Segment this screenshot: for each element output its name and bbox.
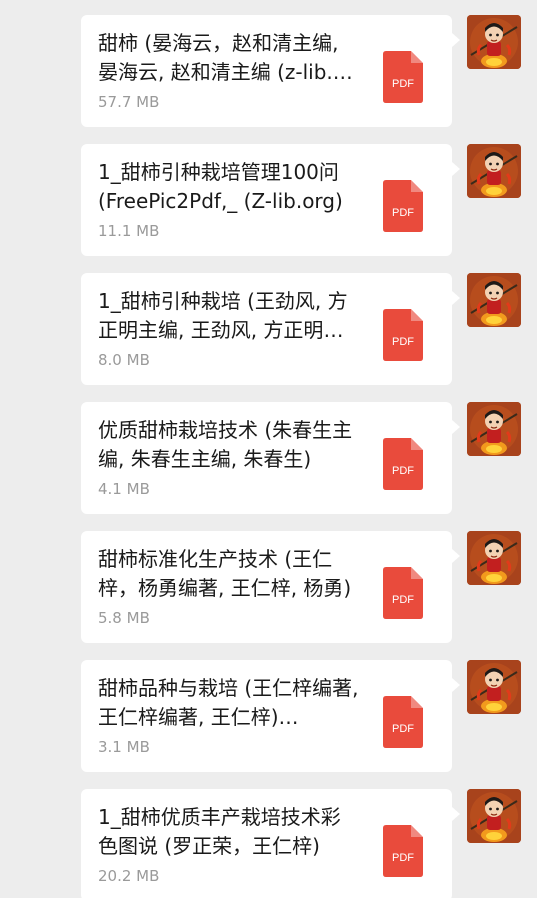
file-name: 甜柿 (晏海云，赵和清主编, 晏海云, 赵和清主编 (z-lib.org) [98,31,354,84]
file-message-bubble[interactable]: 优质甜柿栽培技术 (朱春生主编, 朱春生主编, 朱春生) 4.1 MB PDF [81,402,452,514]
pdf-file-icon: PDF [383,438,423,490]
message-row: 甜柿标准化生产技术 (王仁梓，杨勇编著, 王仁梓, 杨勇) 5.8 MB PDF [0,531,537,643]
file-size: 3.1 MB [98,738,150,756]
pdf-label: PDF [392,336,414,348]
message-row: 1_甜柿优质丰产栽培技术彩色图说 (罗正荣，王仁梓) 20.2 MB PDF [0,789,537,898]
pdf-label: PDF [392,723,414,735]
pdf-label: PDF [392,207,414,219]
pdf-file-icon: PDF [383,567,423,619]
file-name: 甜柿品种与栽培 (王仁梓编著, 王仁梓编著, 王仁梓)… [98,676,359,729]
file-name: 1_甜柿优质丰产栽培技术彩色图说 (罗正荣，王仁梓) [98,805,341,858]
message-row: 优质甜柿栽培技术 (朱春生主编, 朱春生主编, 朱春生) 4.1 MB PDF [0,402,537,514]
file-size: 5.8 MB [98,609,150,627]
file-name: 甜柿标准化生产技术 (王仁梓，杨勇编著, 王仁梓, 杨勇) [98,547,352,600]
pdf-label: PDF [392,465,414,477]
pdf-file-icon: PDF [383,309,423,361]
pdf-file-icon: PDF [383,825,423,877]
file-size: 11.1 MB [98,222,160,240]
file-size: 57.7 MB [98,93,160,111]
file-name: 1_甜柿引种栽培管理100问 (FreePic2Pdf,_ (Z-lib.org… [98,160,343,213]
avatar[interactable] [467,15,521,69]
avatar[interactable] [467,402,521,456]
file-message-bubble[interactable]: 1_甜柿引种栽培 (王劲风, 方正明主编, 王劲风, 方正明主编) 8.0 MB… [81,273,452,385]
bubble-tail [452,162,460,176]
file-message-bubble[interactable]: 甜柿标准化生产技术 (王仁梓，杨勇编著, 王仁梓, 杨勇) 5.8 MB PDF [81,531,452,643]
file-message-bubble[interactable]: 1_甜柿引种栽培管理100问 (FreePic2Pdf,_ (Z-lib.org… [81,144,452,256]
bubble-tail [452,549,460,563]
avatar[interactable] [467,531,521,585]
file-name: 1_甜柿引种栽培 (王劲风, 方正明主编, 王劲风, 方正明主编) [98,289,348,342]
bubble-tail [452,420,460,434]
pdf-label: PDF [392,78,414,90]
bubble-tail [452,291,460,305]
file-name: 优质甜柿栽培技术 (朱春生主编, 朱春生主编, 朱春生) [98,418,353,471]
avatar[interactable] [467,789,521,843]
pdf-file-icon: PDF [383,180,423,232]
avatar[interactable] [467,144,521,198]
bubble-tail [452,678,460,692]
file-size: 8.0 MB [98,351,150,369]
bubble-tail [452,807,460,821]
avatar[interactable] [467,660,521,714]
chat-message-list[interactable]: 甜柿 (晏海云，赵和清主编, 晏海云, 赵和清主编 (z-lib.org) 57… [0,0,537,898]
pdf-file-icon: PDF [383,696,423,748]
pdf-label: PDF [392,594,414,606]
file-size: 4.1 MB [98,480,150,498]
message-row: 1_甜柿引种栽培 (王劲风, 方正明主编, 王劲风, 方正明主编) 8.0 MB… [0,273,537,385]
file-message-bubble[interactable]: 甜柿品种与栽培 (王仁梓编著, 王仁梓编著, 王仁梓)… 3.1 MB PDF [81,660,452,772]
message-row: 1_甜柿引种栽培管理100问 (FreePic2Pdf,_ (Z-lib.org… [0,144,537,256]
avatar[interactable] [467,273,521,327]
pdf-label: PDF [392,852,414,864]
file-size: 20.2 MB [98,867,160,885]
pdf-file-icon: PDF [383,51,423,103]
bubble-tail [452,33,460,47]
file-message-bubble[interactable]: 1_甜柿优质丰产栽培技术彩色图说 (罗正荣，王仁梓) 20.2 MB PDF [81,789,452,898]
file-message-bubble[interactable]: 甜柿 (晏海云，赵和清主编, 晏海云, 赵和清主编 (z-lib.org) 57… [81,15,452,127]
message-row: 甜柿 (晏海云，赵和清主编, 晏海云, 赵和清主编 (z-lib.org) 57… [0,15,537,127]
message-row: 甜柿品种与栽培 (王仁梓编著, 王仁梓编著, 王仁梓)… 3.1 MB PDF [0,660,537,772]
